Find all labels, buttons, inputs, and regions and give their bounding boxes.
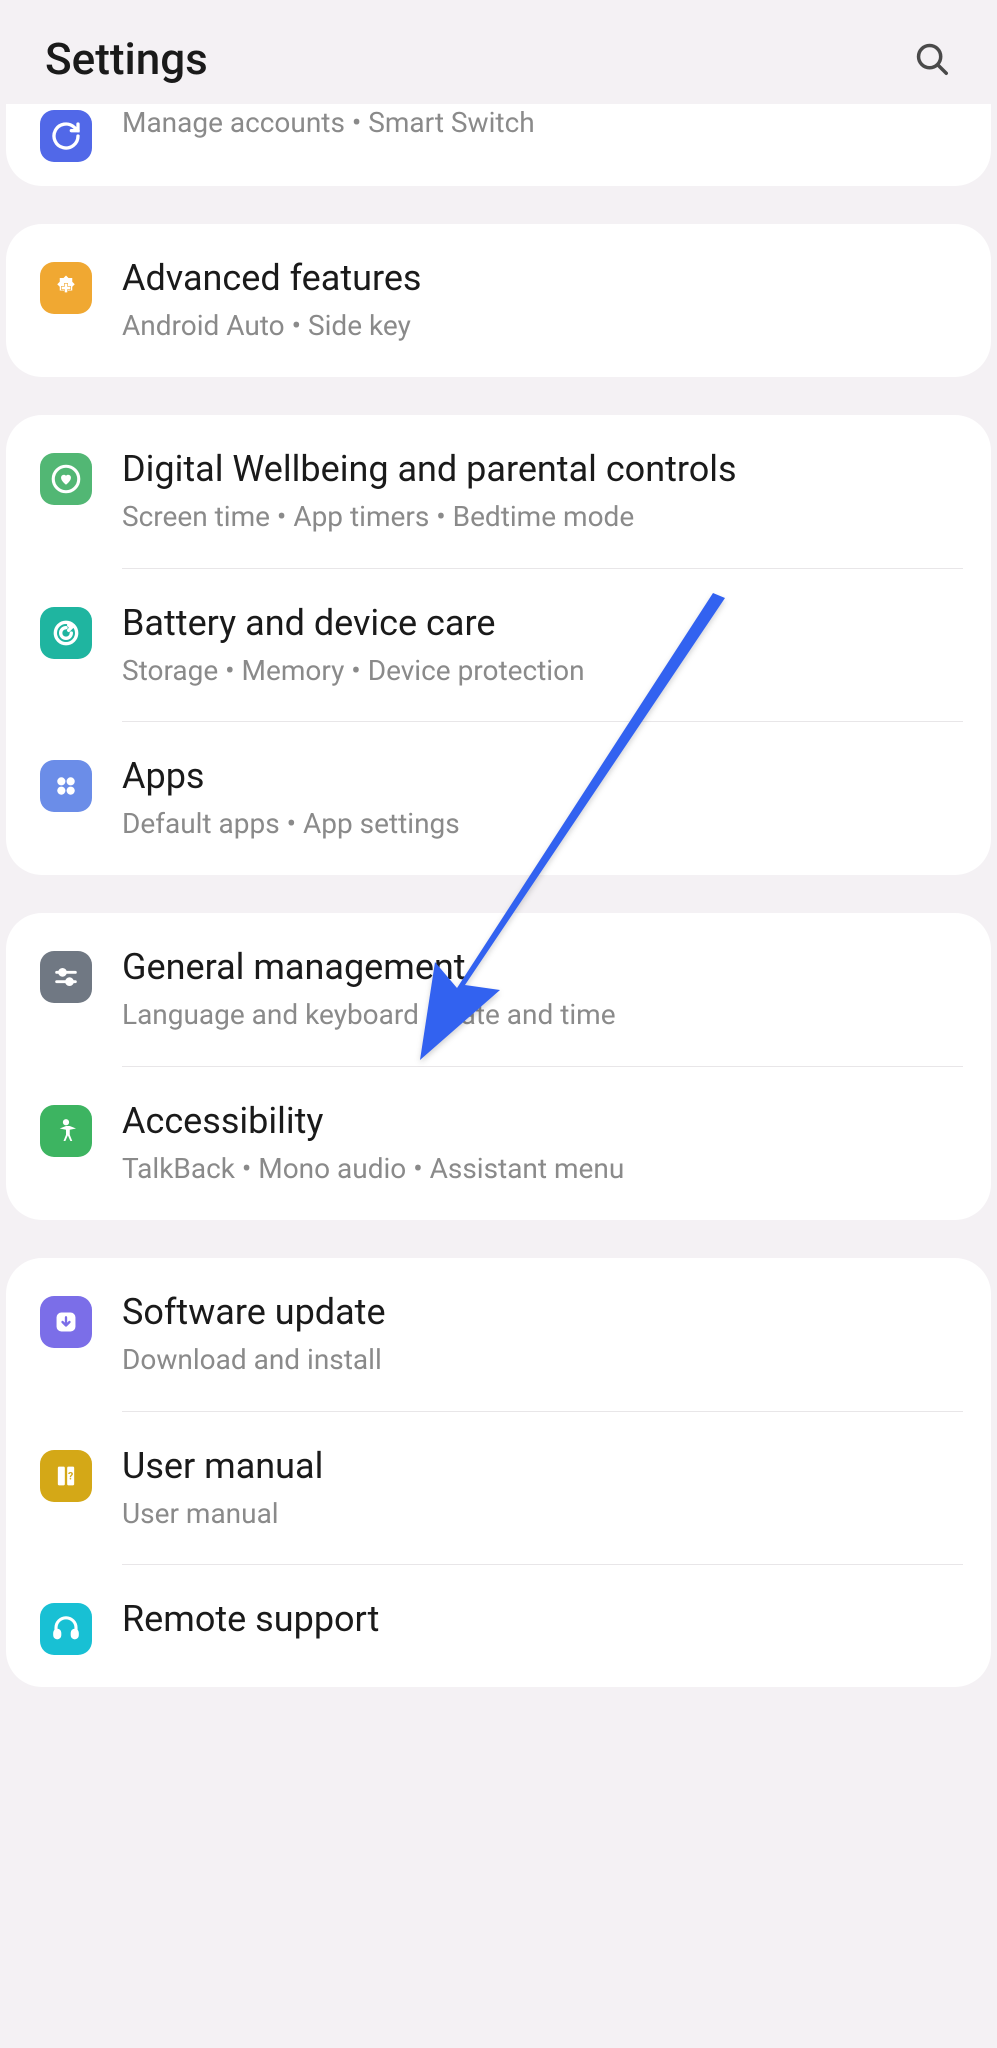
settings-group-advanced: Advanced features Android Auto • Side ke… (6, 224, 991, 377)
item-title: General management (122, 945, 963, 990)
item-title: Software update (122, 1290, 963, 1335)
headset-icon (40, 1603, 92, 1655)
svg-text:?: ? (68, 1469, 73, 1482)
item-subtitle: Manage accounts • Smart Switch (122, 104, 963, 142)
item-subtitle: Default apps • App settings (122, 805, 963, 843)
item-text: Advanced features Android Auto • Side ke… (122, 256, 963, 345)
settings-item-accessibility[interactable]: Accessibility TalkBack • Mono audio • As… (6, 1067, 991, 1220)
settings-list: Manage accounts • Smart Switch Advanced … (0, 104, 997, 1687)
sync-icon (40, 110, 92, 162)
settings-group-wellbeing: Digital Wellbeing and parental controls … (6, 415, 991, 875)
settings-item-advanced-features[interactable]: Advanced features Android Auto • Side ke… (6, 224, 991, 377)
item-title: User manual (122, 1444, 963, 1489)
settings-group-updates: Software update Download and install ? U… (6, 1258, 991, 1688)
item-title: Apps (122, 754, 963, 799)
item-text: Digital Wellbeing and parental controls … (122, 447, 963, 536)
heart-circle-icon (40, 453, 92, 505)
page-title: Settings (45, 33, 208, 85)
search-icon (913, 40, 951, 78)
settings-item-battery-device-care[interactable]: Battery and device care Storage • Memory… (6, 569, 991, 722)
item-text: Manage accounts • Smart Switch (122, 104, 963, 142)
settings-item-digital-wellbeing[interactable]: Digital Wellbeing and parental controls … (6, 415, 991, 568)
item-title: Digital Wellbeing and parental controls (122, 447, 963, 492)
search-button[interactable] (912, 39, 952, 79)
item-title: Accessibility (122, 1099, 963, 1144)
settings-group-accounts: Manage accounts • Smart Switch (6, 104, 991, 186)
item-subtitle: Language and keyboard • Date and time (122, 996, 963, 1034)
item-text: Apps Default apps • App settings (122, 754, 963, 843)
four-dots-icon (40, 760, 92, 812)
settings-item-remote-support[interactable]: Remote support (6, 1565, 991, 1687)
settings-item-accounts-backup[interactable]: Manage accounts • Smart Switch (6, 104, 991, 186)
sliders-icon (40, 951, 92, 1003)
item-title: Battery and device care (122, 601, 963, 646)
plus-gear-icon (40, 262, 92, 314)
download-icon (40, 1296, 92, 1348)
item-text: Battery and device care Storage • Memory… (122, 601, 963, 690)
book-icon: ? (40, 1450, 92, 1502)
item-subtitle: User manual (122, 1495, 963, 1533)
settings-item-general-management[interactable]: General management Language and keyboard… (6, 913, 991, 1066)
item-title: Remote support (122, 1597, 963, 1642)
person-icon (40, 1105, 92, 1157)
item-text: Software update Download and install (122, 1290, 963, 1379)
item-subtitle: Storage • Memory • Device protection (122, 652, 963, 690)
item-subtitle: Screen time • App timers • Bedtime mode (122, 498, 963, 536)
item-text: Accessibility TalkBack • Mono audio • As… (122, 1099, 963, 1188)
refresh-icon (40, 607, 92, 659)
item-subtitle: TalkBack • Mono audio • Assistant menu (122, 1150, 963, 1188)
item-subtitle: Download and install (122, 1341, 963, 1379)
item-text: User manual User manual (122, 1444, 963, 1533)
settings-item-apps[interactable]: Apps Default apps • App settings (6, 722, 991, 875)
settings-group-general: General management Language and keyboard… (6, 913, 991, 1220)
settings-item-user-manual[interactable]: ? User manual User manual (6, 1412, 991, 1565)
item-text: General management Language and keyboard… (122, 945, 963, 1034)
item-title: Advanced features (122, 256, 963, 301)
item-subtitle: Android Auto • Side key (122, 307, 963, 345)
header: Settings (0, 0, 997, 118)
item-text: Remote support (122, 1597, 963, 1648)
settings-item-software-update[interactable]: Software update Download and install (6, 1258, 991, 1411)
